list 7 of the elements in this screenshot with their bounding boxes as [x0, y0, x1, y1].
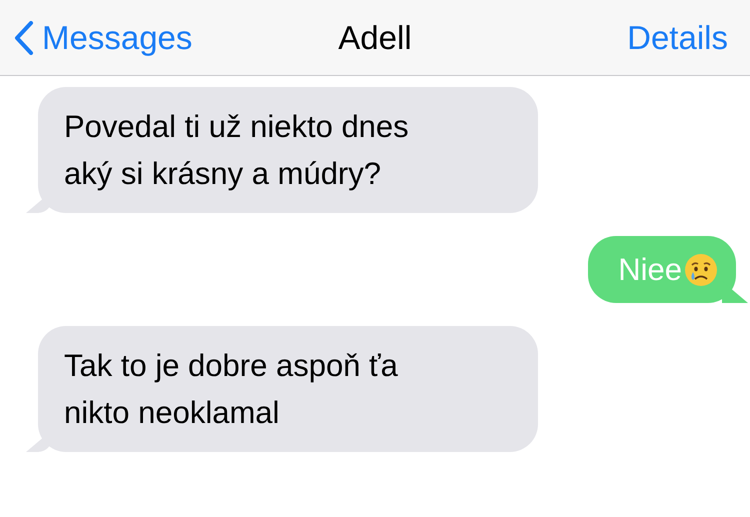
back-chevron-icon [14, 20, 34, 54]
contact-name: Adell [337, 18, 413, 56]
message-text: Niee [618, 251, 682, 289]
message-text: Tak to je dobre aspoň ťa nikto neoklamal [64, 347, 398, 432]
back-button[interactable]: Messages [14, 18, 192, 56]
message-text: Povedal ti už niekto dnes aký si krásny a múdry? [64, 108, 409, 193]
details-button[interactable]: Details [627, 18, 728, 56]
